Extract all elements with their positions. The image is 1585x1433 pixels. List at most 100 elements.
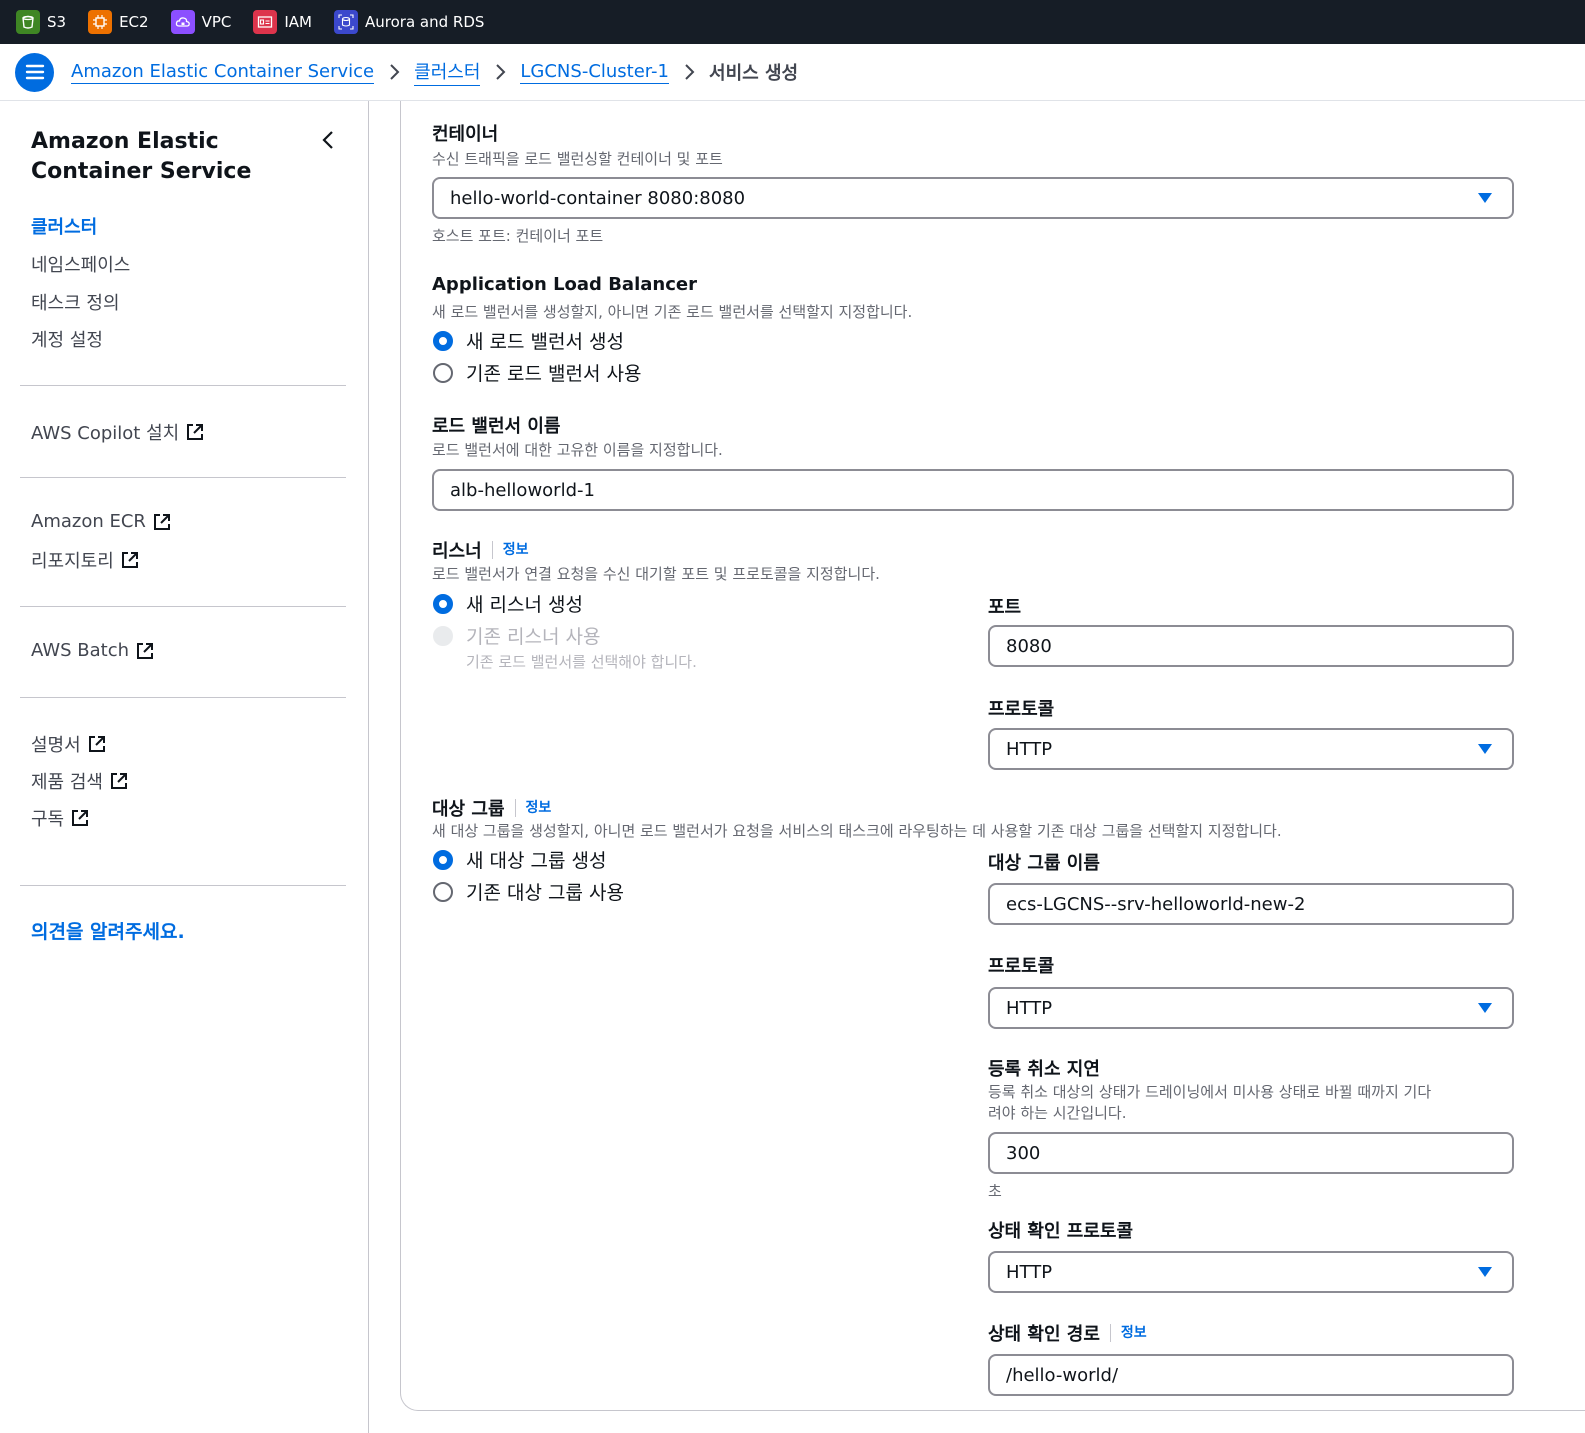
external-link-icon	[87, 734, 107, 754]
sidebar-divider	[20, 606, 346, 607]
health-check-path-label-text: 상태 확인 경로	[988, 1324, 1100, 1345]
listener-protocol-select[interactable]: HTTP	[988, 728, 1514, 770]
external-link-icon	[135, 641, 155, 661]
health-check-protocol-select[interactable]: HTTP	[988, 1251, 1514, 1293]
listener-existing-hint: 기존 로드 밸런서를 선택해야 합니다.	[466, 653, 697, 671]
target-group-description: 새 대상 그룹을 생성할지, 아니면 로드 밸런서가 요청을 서비스의 태스크에…	[432, 822, 1282, 840]
sidebar-item-task-definitions[interactable]: 태스크 정의	[31, 289, 120, 315]
service-label: Aurora and RDS	[365, 13, 485, 31]
listener-description: 로드 밸런서가 연결 요청을 수신 대기할 포트 및 프로토콜을 지정합니다.	[432, 565, 880, 583]
radio-label: 기존 로드 밸런서 사용	[466, 363, 642, 385]
radio-label: 새 대상 그룹 생성	[466, 850, 607, 872]
lb-name-value: alb-helloworld-1	[450, 479, 595, 501]
sidebar-item-account-settings[interactable]: 계정 설정	[31, 326, 103, 352]
lb-name-description: 로드 밸런서에 대한 고유한 이름을 지정합니다.	[432, 441, 723, 459]
sidebar-link-subscribe[interactable]: 구독	[31, 805, 90, 831]
service-label: S3	[47, 13, 67, 31]
breadcrumb-bar: Amazon Elastic Container Service 클러스터 LG…	[0, 44, 1585, 101]
breadcrumb-clusters[interactable]: 클러스터	[414, 58, 481, 86]
listener-label-text: 리스너	[432, 541, 482, 562]
alb-label: Application Load Balancer	[432, 274, 697, 295]
listener-option-existing: 기존 리스너 사용	[433, 622, 600, 649]
sidebar-link-documentation[interactable]: 설명서	[31, 731, 107, 757]
alb-option-new[interactable]: 새 로드 밸런서 생성	[433, 327, 624, 354]
external-link-icon	[185, 422, 205, 442]
sidebar-collapse-button[interactable]	[318, 129, 338, 151]
feedback-link[interactable]: 의견을 알려주세요.	[31, 917, 185, 944]
sidebar-link-repositories[interactable]: 리포지토리	[31, 547, 140, 573]
health-check-protocol-value: HTTP	[1006, 1261, 1053, 1283]
listener-option-new[interactable]: 새 리스너 생성	[433, 590, 583, 617]
breadcrumb-ecs[interactable]: Amazon Elastic Container Service	[71, 61, 375, 84]
sidebar-link-label: 구독	[31, 809, 65, 830]
sidebar-title: Amazon Elastic Container Service	[31, 129, 252, 184]
service-shortcut-iam[interactable]: IAM	[253, 10, 312, 34]
service-shortcut-vpc[interactable]: VPC	[170, 10, 232, 34]
lb-name-input[interactable]: alb-helloworld-1	[432, 469, 1514, 511]
sidebar-link-batch[interactable]: AWS Batch	[31, 640, 155, 661]
sidebar-link-label: AWS Batch	[31, 640, 130, 661]
health-check-path-value: /hello-world/	[1006, 1364, 1119, 1386]
radio-unselected-icon	[433, 881, 453, 902]
hamburger-icon	[25, 64, 44, 80]
breadcrumb-current: 서비스 생성	[709, 63, 799, 84]
chevron-left-icon	[322, 131, 333, 149]
caret-down-icon	[1478, 1267, 1492, 1277]
sidebar-link-label: Amazon ECR	[31, 511, 146, 532]
chevron-right-icon	[374, 63, 414, 81]
service-shortcut-rds[interactable]: Aurora and RDS	[334, 10, 484, 34]
deregistration-delay-input[interactable]: 300	[988, 1132, 1514, 1174]
health-check-path-input[interactable]: /hello-world/	[988, 1354, 1514, 1396]
target-group-name-label: 대상 그룹 이름	[988, 853, 1100, 874]
deregistration-delay-label: 등록 취소 지연	[988, 1059, 1100, 1080]
health-check-path-info-link[interactable]: 정보	[1109, 1324, 1147, 1342]
container-select-value: hello-world-container 8080:8080	[450, 187, 746, 209]
service-shortcut-ec2[interactable]: EC2	[88, 10, 149, 34]
target-group-option-existing[interactable]: 기존 대상 그룹 사용	[433, 878, 624, 905]
external-link-icon	[70, 808, 90, 828]
radio-label: 새 로드 밸런서 생성	[466, 331, 624, 353]
sidebar-divider	[20, 697, 346, 698]
listener-protocol-label: 프로토콜	[988, 699, 1055, 720]
sidebar-link-product-search[interactable]: 제품 검색	[31, 768, 129, 794]
chevron-right-icon	[480, 63, 520, 81]
sidebar-link-ecr[interactable]: Amazon ECR	[31, 511, 172, 532]
radio-unselected-icon	[433, 362, 453, 383]
navigation-menu-button[interactable]	[15, 52, 54, 92]
sidebar-item-namespaces[interactable]: 네임스페이스	[31, 251, 130, 277]
caret-down-icon	[1478, 193, 1492, 203]
external-link-icon	[152, 512, 172, 532]
sidebar-item-clusters[interactable]: 클러스터	[31, 213, 97, 239]
port-input[interactable]: 8080	[988, 625, 1514, 667]
target-group-info-link[interactable]: 정보	[514, 799, 551, 817]
target-group-option-new[interactable]: 새 대상 그룹 생성	[433, 846, 606, 873]
alb-option-existing[interactable]: 기존 로드 밸런서 사용	[433, 359, 641, 386]
service-label: IAM	[284, 13, 312, 31]
service-label: EC2	[119, 13, 149, 31]
radio-selected-icon	[433, 849, 453, 870]
health-check-path-label: 상태 확인 경로 정보	[988, 1320, 1147, 1346]
rds-database-icon	[334, 10, 358, 34]
container-select[interactable]: hello-world-container 8080:8080	[432, 177, 1514, 219]
listener-info-link[interactable]: 정보	[491, 541, 528, 559]
sidebar-link-label: 제품 검색	[31, 772, 103, 793]
deregistration-delay-description-line-1: 등록 취소 대상의 상태가 드레이닝에서 미사용 상태로 바뀔 때까지 기다	[988, 1083, 1432, 1101]
sidebar-link-copilot[interactable]: AWS Copilot 설치	[31, 419, 205, 445]
service-shortcut-s3[interactable]: S3	[16, 10, 66, 34]
container-label: 컨테이너	[432, 124, 499, 145]
sidebar-link-label: AWS Copilot 설치	[31, 423, 180, 444]
breadcrumb-cluster[interactable]: LGCNS-Cluster-1	[520, 61, 670, 84]
target-group-name-value: ecs-LGCNS--srv-helloworld-new-2	[1006, 893, 1306, 915]
target-group-name-input[interactable]: ecs-LGCNS--srv-helloworld-new-2	[988, 883, 1514, 925]
s3-bucket-icon	[16, 10, 40, 34]
target-group-protocol-select[interactable]: HTTP	[988, 987, 1514, 1029]
ec2-chip-icon	[88, 10, 113, 34]
caret-down-icon	[1478, 1003, 1492, 1013]
service-label: VPC	[201, 13, 232, 31]
radio-label: 새 리스너 생성	[466, 594, 583, 616]
listener-protocol-value: HTTP	[1006, 738, 1053, 760]
side-navigation: Amazon Elastic Container Service 클러스터 네임…	[0, 101, 369, 1433]
external-link-icon	[120, 550, 140, 570]
radio-selected-icon	[433, 593, 453, 614]
sidebar-divider	[20, 885, 346, 886]
